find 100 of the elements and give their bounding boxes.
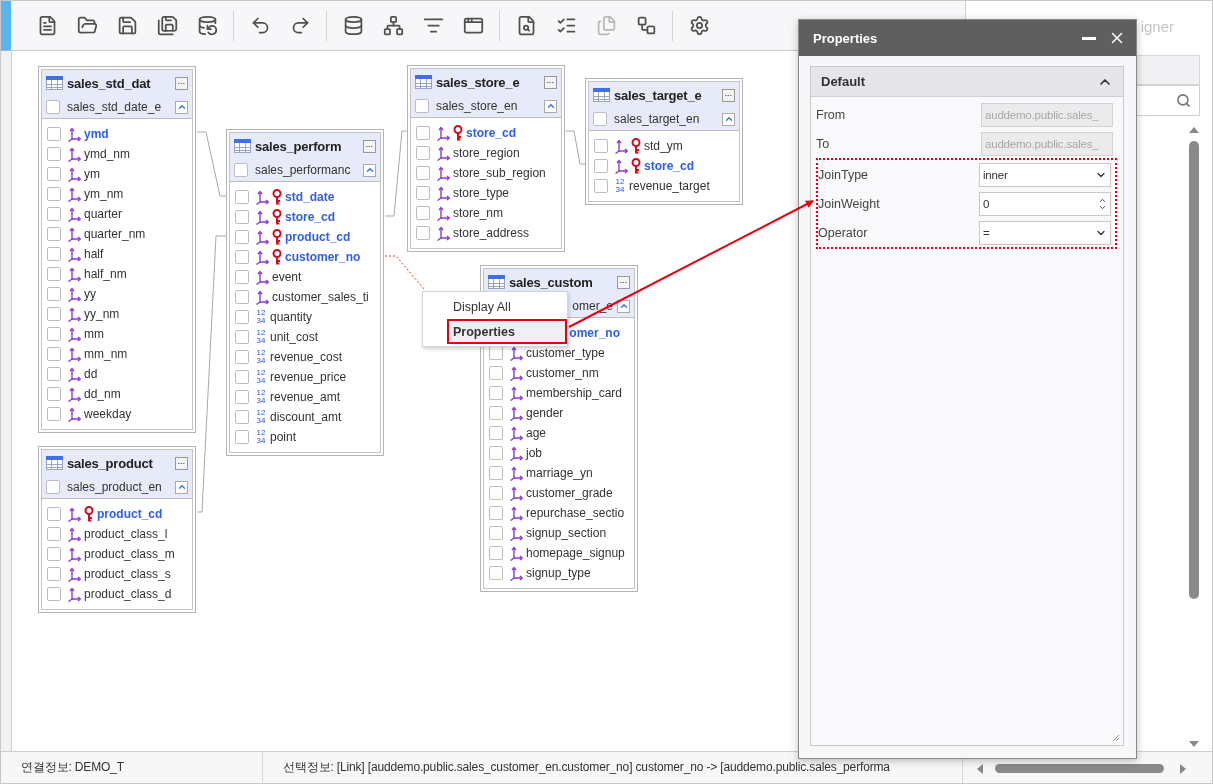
number-field[interactable]: 0	[979, 191, 1111, 216]
checkbox[interactable]	[416, 166, 430, 180]
checkbox[interactable]	[416, 146, 430, 160]
checkbox[interactable]	[594, 139, 608, 153]
section-header[interactable]: Default	[811, 67, 1123, 97]
checkbox[interactable]	[416, 226, 430, 240]
column-name: store_type	[453, 186, 510, 200]
checkbox[interactable]	[593, 112, 607, 126]
checkbox[interactable]	[47, 527, 61, 541]
checkbox[interactable]	[235, 230, 249, 244]
checkbox[interactable]	[489, 506, 503, 520]
collapse-toggle[interactable]	[175, 480, 188, 494]
checkbox[interactable]	[416, 126, 430, 140]
checkbox[interactable]	[489, 446, 503, 460]
table-node[interactable]	[226, 129, 384, 456]
checkbox[interactable]	[235, 270, 249, 284]
checkbox[interactable]	[235, 430, 249, 444]
checkbox[interactable]	[594, 159, 608, 173]
axis-arrows-icon	[67, 246, 81, 262]
checkbox[interactable]	[47, 507, 61, 521]
dropdown[interactable]: =	[979, 220, 1111, 245]
checkbox[interactable]	[489, 366, 503, 380]
menu-item[interactable]: Properties	[447, 319, 567, 344]
checkbox[interactable]	[47, 247, 61, 261]
column-name: product_class_s	[84, 567, 171, 581]
checkbox[interactable]	[594, 179, 608, 193]
checkbox[interactable]	[489, 486, 503, 500]
minimize-button[interactable]	[1082, 36, 1096, 40]
column-name: revenue_price	[270, 370, 347, 384]
checkbox[interactable]	[235, 310, 249, 324]
collapse-toggle[interactable]	[175, 100, 188, 114]
table-node[interactable]: sales_store_e sales_store_en store_cd store_region store_sub_region store_type store_nm store_address	[407, 65, 565, 252]
checkbox[interactable]	[235, 250, 249, 264]
checkbox[interactable]	[47, 327, 61, 341]
checkbox[interactable]	[415, 99, 429, 113]
checkbox[interactable]	[47, 567, 61, 581]
schema-name: sales_performanc	[255, 163, 351, 177]
checkbox[interactable]	[47, 387, 61, 401]
checkbox[interactable]	[416, 186, 430, 200]
connector-line[interactable]	[565, 130, 587, 165]
column-name: dd_nm	[84, 387, 121, 401]
resize-grip[interactable]	[1112, 734, 1120, 742]
checkbox[interactable]	[235, 330, 249, 344]
checkbox[interactable]	[489, 426, 503, 440]
checkbox[interactable]	[47, 147, 61, 161]
checkbox[interactable]	[234, 163, 248, 177]
checkbox[interactable]	[235, 370, 249, 384]
table-node[interactable]: sales_product sales_product_en product_cd product_class_l product_class_m product_class_s product_class_d	[38, 446, 196, 613]
horizontal-scrollbar[interactable]	[977, 762, 1186, 776]
collapse-toggle[interactable]	[544, 99, 557, 113]
table-icon	[46, 76, 63, 90]
checkbox[interactable]	[47, 407, 61, 421]
column-name: discount_amt	[270, 410, 342, 424]
checkbox[interactable]	[489, 466, 503, 480]
checkbox[interactable]	[47, 267, 61, 281]
table-title: sales_perform	[255, 138, 343, 154]
axis-arrows-icon	[67, 346, 81, 362]
collapse-toggle[interactable]	[363, 163, 376, 177]
column-name: product_class_l	[84, 527, 168, 541]
dropdown[interactable]: inner	[979, 162, 1111, 187]
checkbox[interactable]	[47, 307, 61, 321]
checkbox[interactable]	[489, 546, 503, 560]
checkbox[interactable]	[47, 207, 61, 221]
connector-line[interactable]	[384, 255, 425, 290]
checkbox[interactable]	[47, 287, 61, 301]
table-node[interactable]: sales_std_dat sales_std_date_e ymd ymd_nm ym ym_nm quarter quarter_nm half half_nm yy yy_nm mm mm_nm dd dd_nm weekday	[38, 66, 196, 433]
connector-line[interactable]	[384, 130, 409, 217]
checkbox[interactable]	[235, 390, 249, 404]
collapse-toggle[interactable]	[722, 112, 735, 126]
checkbox[interactable]	[47, 167, 61, 181]
checkbox[interactable]	[47, 127, 61, 141]
axis-arrows-icon	[67, 506, 81, 522]
checkbox[interactable]	[46, 480, 60, 494]
checkbox[interactable]	[489, 526, 503, 540]
property-label: JoinType	[818, 167, 870, 182]
checkbox[interactable]	[47, 367, 61, 381]
key-icon	[272, 249, 282, 265]
checkbox[interactable]	[235, 190, 249, 204]
checkbox[interactable]	[47, 187, 61, 201]
connector-line[interactable]	[196, 131, 228, 197]
checkbox[interactable]	[235, 290, 249, 304]
dash-icon	[366, 143, 373, 149]
checkbox[interactable]	[235, 350, 249, 364]
checkbox[interactable]	[489, 386, 503, 400]
checkbox[interactable]	[235, 210, 249, 224]
dash-icon	[620, 279, 627, 285]
axis-arrows-icon	[255, 189, 269, 205]
checkbox[interactable]	[489, 566, 503, 580]
checkbox[interactable]	[489, 406, 503, 420]
checkbox[interactable]	[416, 206, 430, 220]
column-name: signup_section	[526, 526, 607, 540]
checkbox[interactable]	[47, 227, 61, 241]
checkbox[interactable]	[47, 347, 61, 361]
checkbox[interactable]	[235, 410, 249, 424]
axis-arrows-icon	[509, 525, 523, 541]
axis-arrows-icon	[509, 545, 523, 561]
collapse-toggle[interactable]	[617, 299, 630, 313]
checkbox[interactable]	[47, 547, 61, 561]
checkbox[interactable]	[46, 100, 60, 114]
checkbox[interactable]	[47, 587, 61, 601]
